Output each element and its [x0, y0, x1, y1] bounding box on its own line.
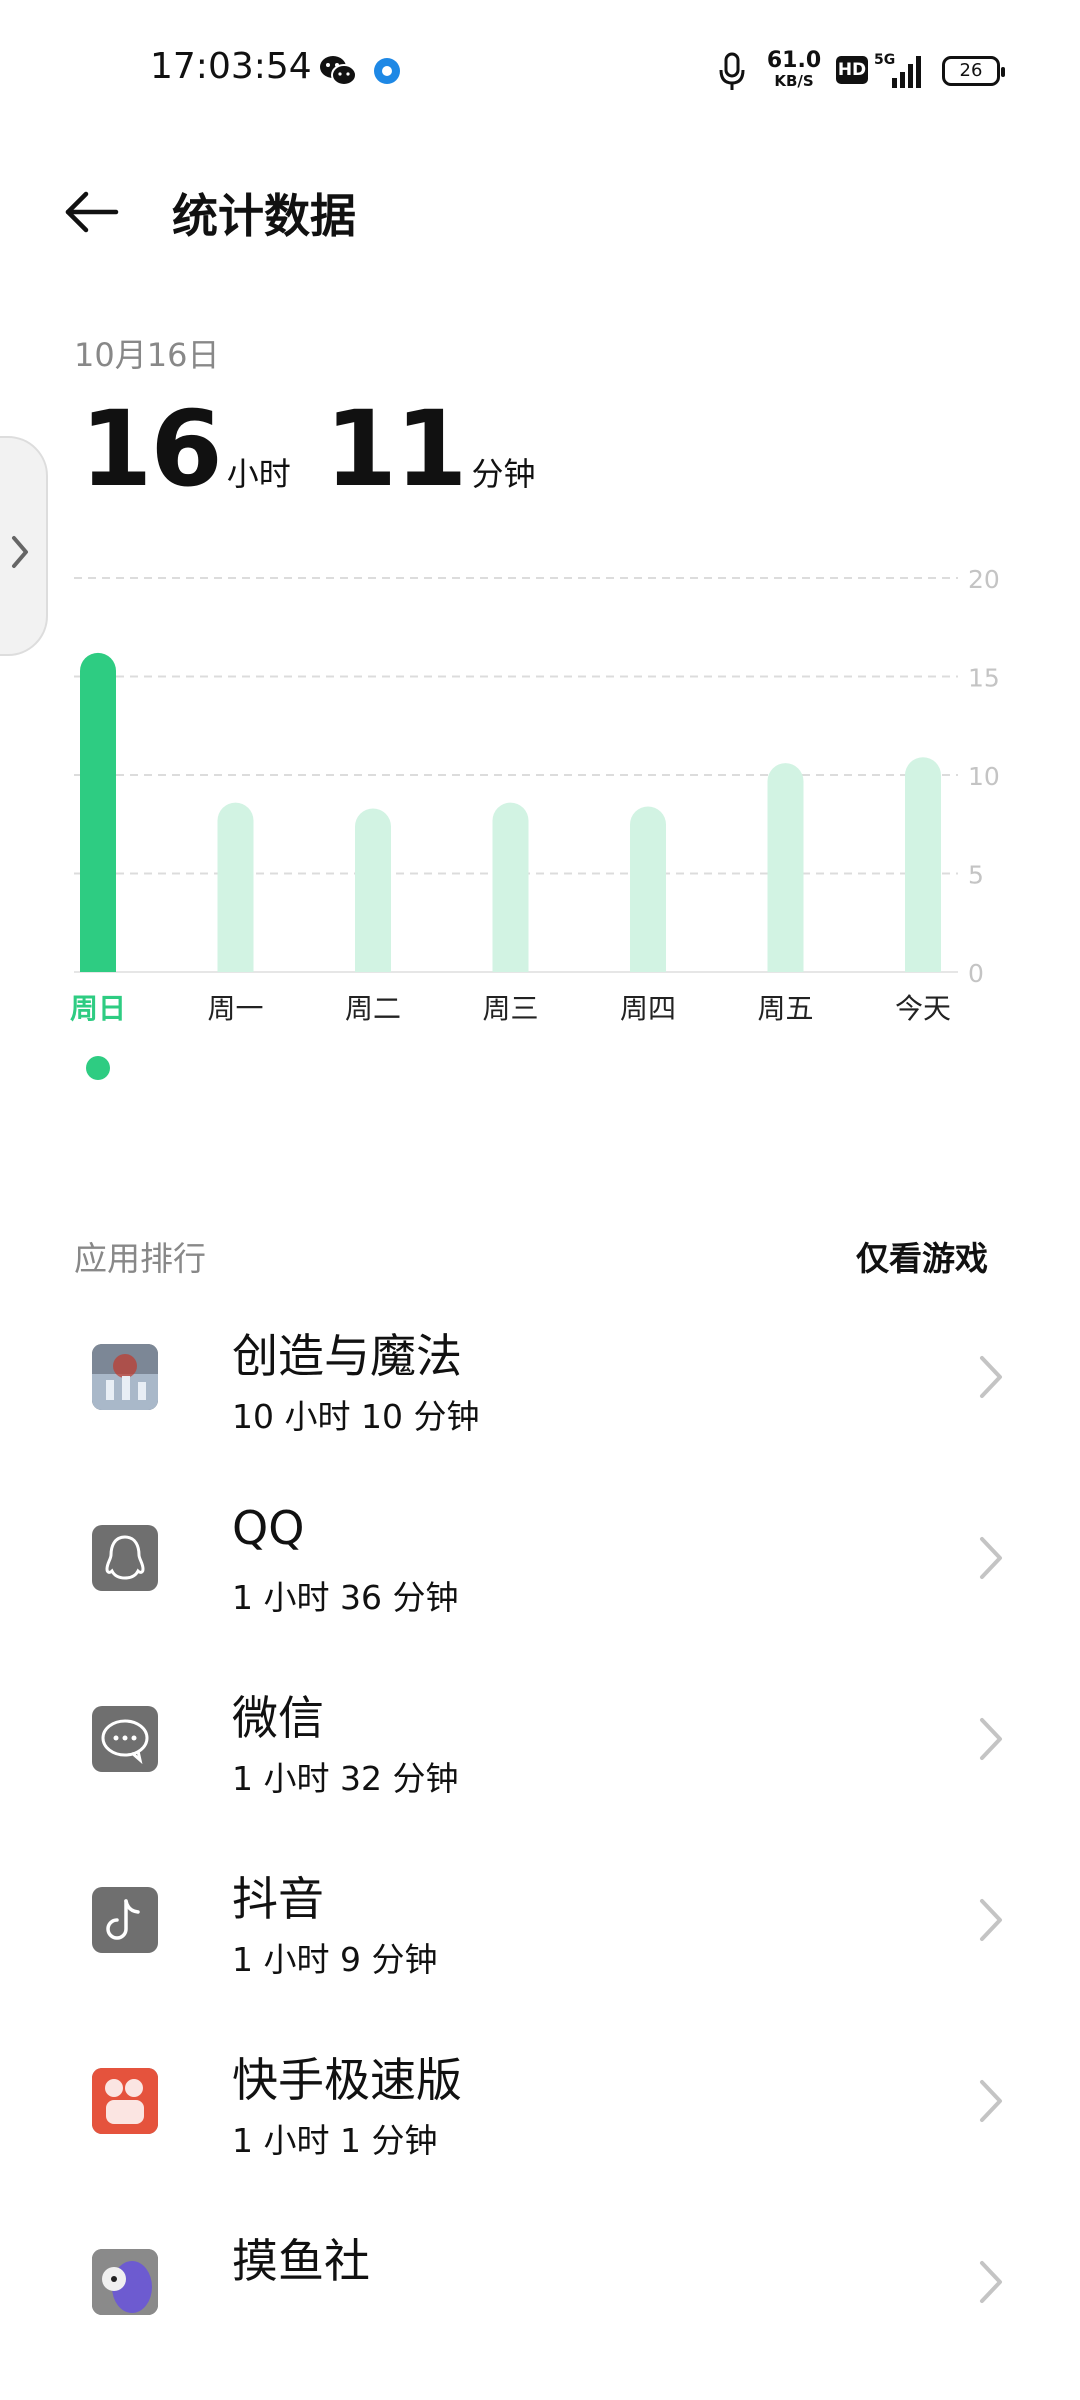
app-name: QQ [232, 1501, 305, 1555]
chevron-right-icon [980, 1537, 1002, 1579]
hours-unit: 小时 [226, 455, 291, 493]
circle-notify-icon [374, 58, 400, 84]
chart-bar [905, 757, 941, 972]
total-usage: 16 小时 11 分钟 [80, 388, 570, 510]
app-name: 抖音 [232, 1872, 324, 1926]
selected-date: 10月16日 [74, 336, 220, 374]
x-tick-label: 周二 [345, 992, 401, 1025]
x-tick-label: 周五 [757, 992, 813, 1025]
app-item[interactable]: QQ 1 小时 36 分钟 [0, 1471, 1080, 1652]
app-ranking-list: 创造与魔法 10 小时 10 分钟 QQ 1 小时 36 分钟 微信 1 小时 … [0, 1290, 1080, 2376]
chart-bar [80, 652, 116, 972]
app-item[interactable]: 快手极速版 1 小时 1 分钟 [0, 2014, 1080, 2195]
x-tick-label: 周一 [207, 992, 263, 1025]
chart-bar [767, 763, 804, 972]
mic-icon [719, 52, 745, 90]
app-usage-time: 1 小时 1 分钟 [232, 2121, 438, 2160]
chevron-right-icon [980, 2080, 1002, 2122]
y-tick-label: 20 [968, 565, 1000, 594]
weekly-usage-chart: 0 5 10 15 20 周日 周一 周二 周三 周四 周五 今天 [0, 560, 1080, 1040]
chevron-right-icon [980, 2261, 1002, 2303]
wechat-icon [320, 56, 357, 86]
tiktok-icon [92, 1887, 158, 1953]
page-title: 统计数据 [172, 189, 356, 243]
net-speed: 61.0 KB/S [766, 48, 822, 90]
app-usage-time: 1 小时 32 分钟 [232, 1759, 459, 1798]
wechat-icon [92, 1706, 158, 1772]
chevron-right-icon [980, 1718, 1002, 1760]
x-tick-label: 周三 [482, 992, 538, 1025]
minutes-unit: 分钟 [471, 455, 536, 493]
app-usage-time: 1 小时 36 分钟 [232, 1578, 459, 1617]
app-usage-time: 1 小时 9 分钟 [232, 1940, 438, 1979]
games-only-toggle[interactable]: 仅看游戏 [856, 1232, 988, 1280]
hd-badge: HD [836, 56, 868, 84]
app-usage-time: 10 小时 10 分钟 [232, 1397, 480, 1436]
x-tick-label: 周日 [70, 992, 126, 1025]
usage-minutes: 11 [324, 388, 468, 510]
app-item[interactable]: 微信 1 小时 32 分钟 [0, 1652, 1080, 1833]
signal-icon: 5G [874, 52, 921, 88]
status-bar: 17:03:54 61.0 KB/S HD 5G 26 [0, 0, 1080, 120]
chart-bar [492, 802, 529, 972]
moyushe-icon [92, 2249, 158, 2315]
chart-bar [630, 806, 666, 972]
battery-icon: 26 [942, 56, 1005, 86]
app-name: 摸鱼社 [232, 2234, 370, 2288]
x-tick-label: 周四 [620, 992, 676, 1025]
chevron-right-icon [980, 1899, 1002, 1941]
chart-bar [355, 808, 391, 972]
status-time: 17:03:54 [150, 46, 312, 87]
app-item[interactable]: 创造与魔法 10 小时 10 分钟 [0, 1290, 1080, 1471]
game-icon [92, 1344, 158, 1410]
network-label: 5G [874, 52, 895, 68]
app-name: 创造与魔法 [232, 1329, 462, 1383]
app-name: 快手极速版 [232, 2053, 462, 2107]
usage-hours: 16 [80, 388, 223, 510]
y-tick-label: 15 [968, 664, 1000, 693]
back-arrow-icon[interactable] [60, 182, 124, 246]
app-item[interactable]: 抖音 1 小时 9 分钟 [0, 1833, 1080, 2014]
bottom-edge [0, 2318, 1080, 2400]
qq-icon [92, 1525, 158, 1591]
selected-day-indicator [86, 1056, 110, 1080]
chart-svg: 0 5 10 15 20 周日 周一 周二 周三 周四 周五 今天 [70, 565, 1000, 1025]
x-tick-label: 今天 [895, 992, 951, 1025]
y-tick-label: 0 [968, 959, 984, 988]
y-tick-label: 10 [968, 762, 1000, 791]
y-tick-label: 5 [968, 861, 984, 890]
ranking-title: 应用排行 [74, 1239, 206, 1278]
chart-bar [217, 802, 254, 972]
app-name: 微信 [232, 1691, 324, 1745]
kuaishou-icon [92, 2068, 158, 2134]
chevron-right-icon [980, 1356, 1002, 1398]
